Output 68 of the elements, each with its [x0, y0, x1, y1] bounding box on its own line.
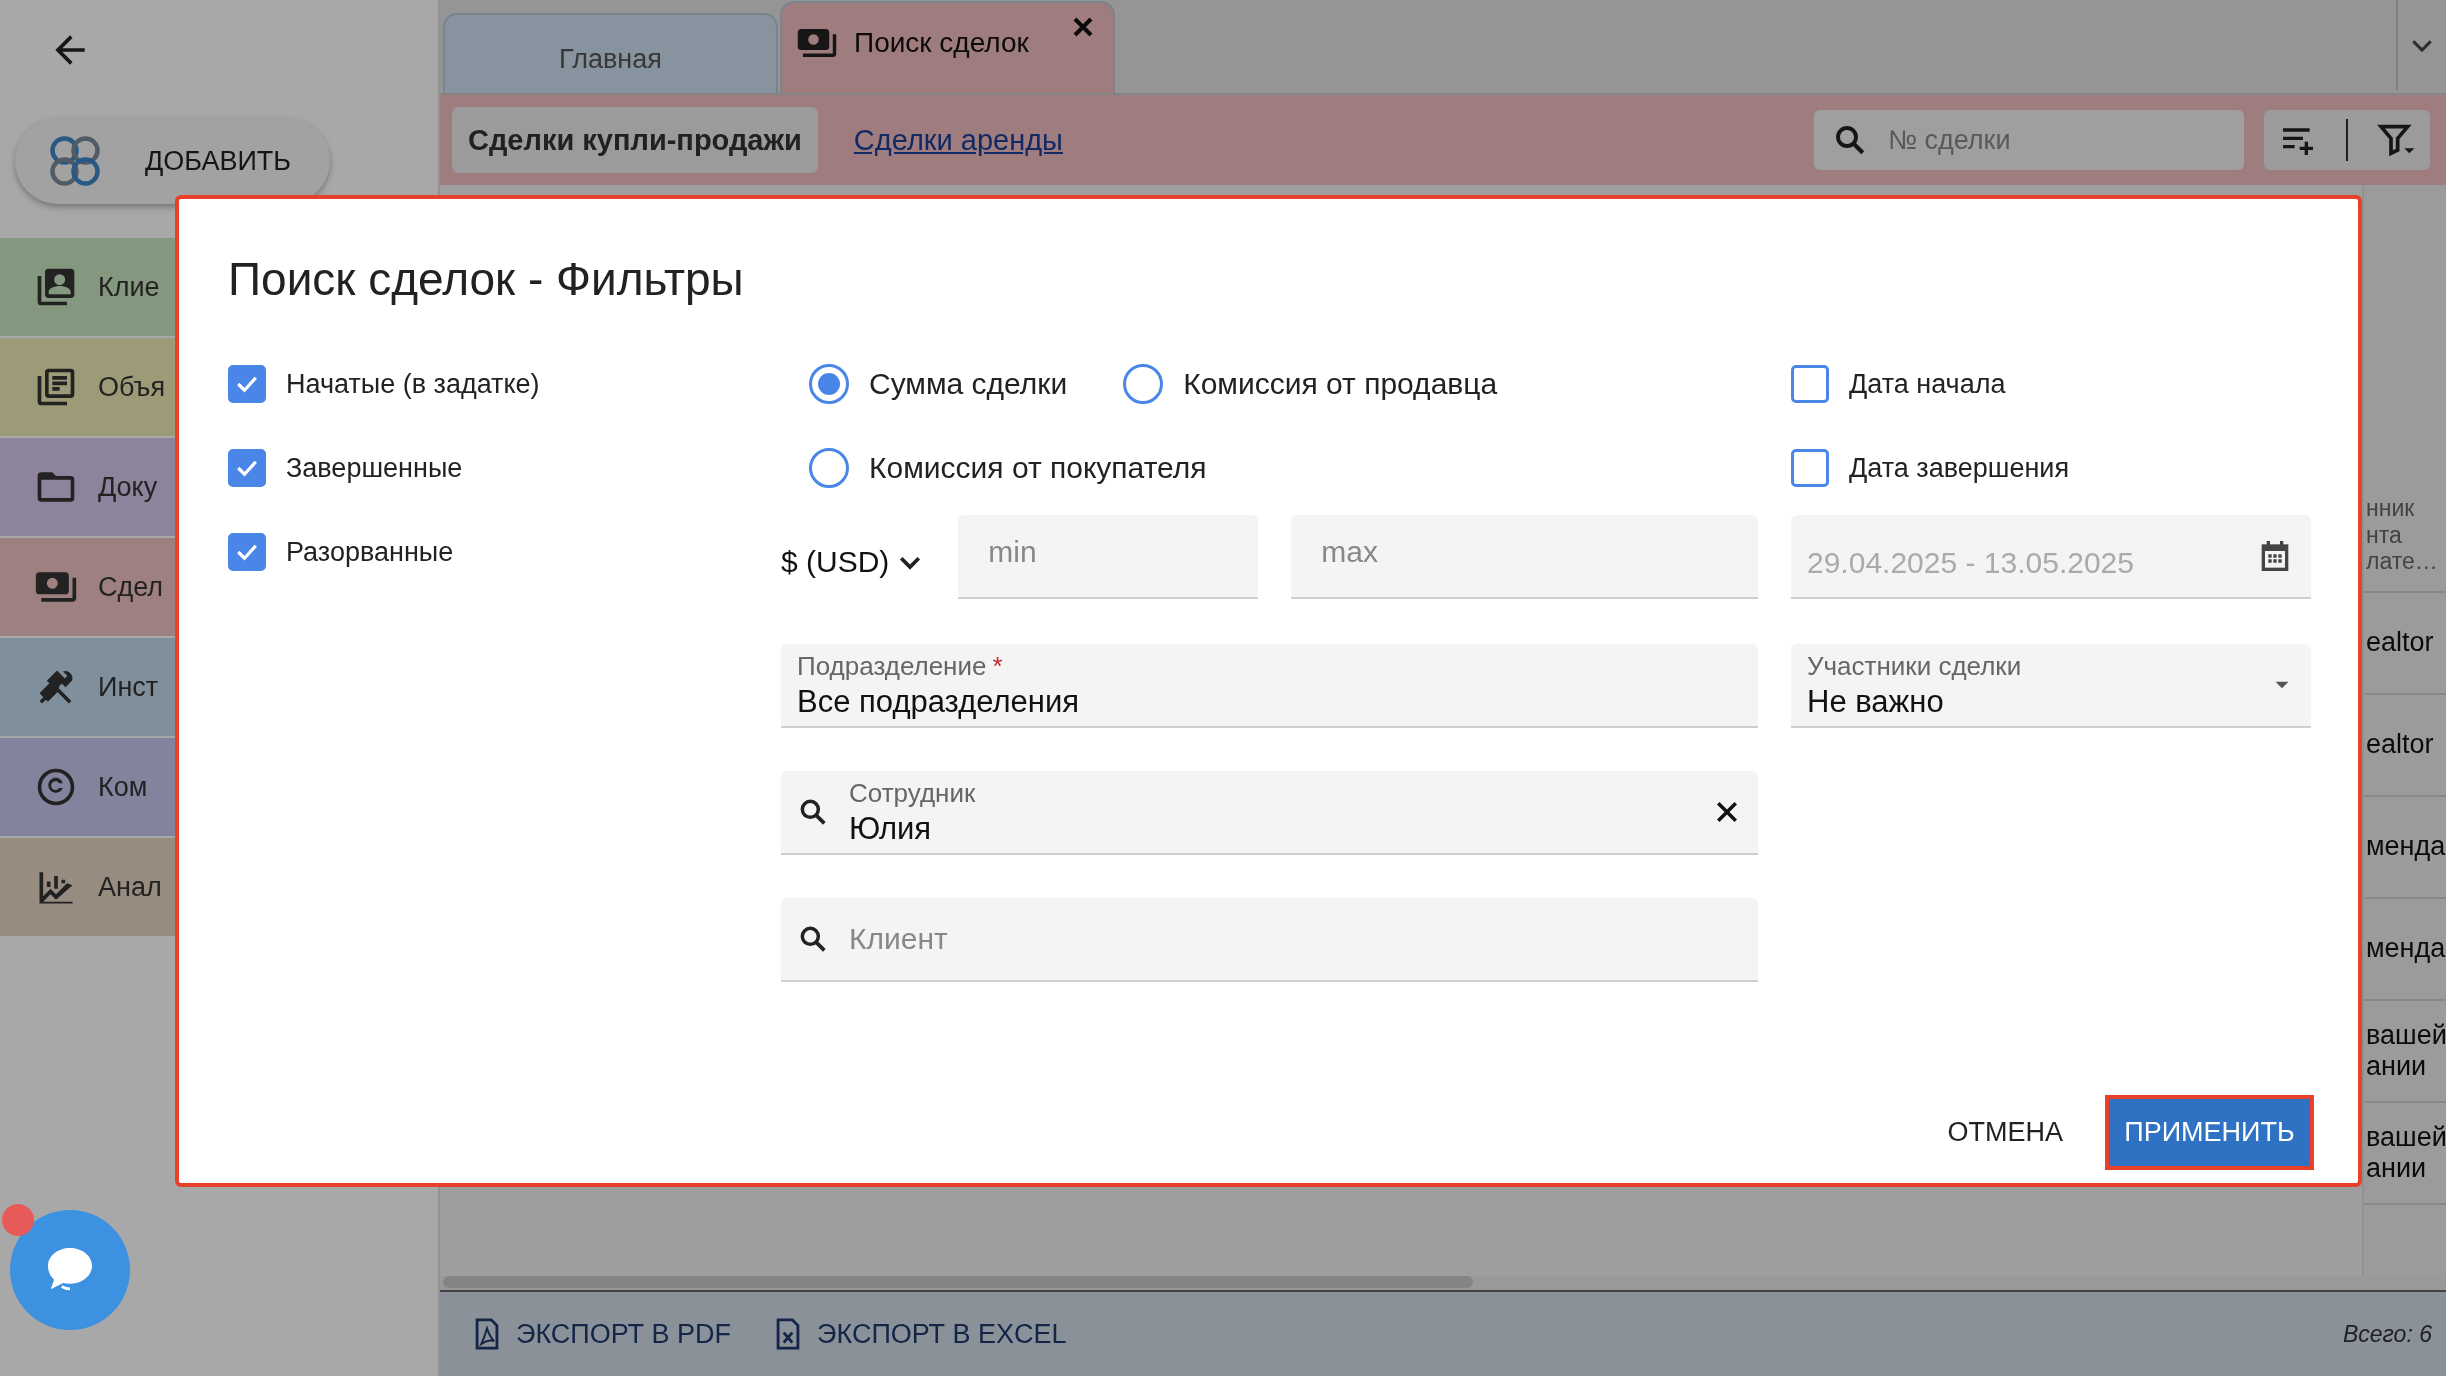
tab[interactable]: Главная [443, 13, 778, 93]
radio-button[interactable] [809, 448, 849, 488]
sidebar-label: Объя [98, 371, 166, 403]
cancel-button[interactable]: ОТМЕНА [1935, 1107, 2075, 1158]
checkbox-label: Завершенные [286, 452, 463, 484]
participants-select[interactable]: Участники сделки Не важно [1791, 644, 2311, 728]
division-select[interactable]: Подразделение * Все подразделения [781, 644, 1758, 728]
sidebar-label: Доку [98, 471, 158, 503]
table-cell: менда [2364, 899, 2446, 1001]
sidebar-label: Сдел [98, 571, 164, 603]
sidebar-label: Анал [98, 871, 162, 903]
table-cell: вашей ании [2364, 1103, 2446, 1205]
checkbox[interactable] [228, 533, 266, 571]
field-value: Не важно [1807, 683, 1945, 720]
field-value: 29.04.2025 - 13.05.2025 [1807, 545, 2134, 580]
field-value: Все подразделения [797, 683, 1079, 720]
field-label: Участники сделки [1807, 650, 2023, 682]
field-placeholder: № сделки [1888, 124, 2011, 156]
export-button[interactable]: ЭКСПОРТ В PDF [470, 1317, 732, 1351]
checkbox-label: Дата завершения [1849, 452, 2070, 484]
checkbox-option[interactable]: Завершенные [228, 440, 463, 496]
checkbox-label: Разорванные [286, 536, 454, 568]
table-cell: ealtor [2364, 593, 2446, 695]
checkbox[interactable] [228, 449, 266, 487]
field-label: Сотрудник [849, 777, 977, 809]
close-icon[interactable] [1071, 15, 1095, 39]
tab[interactable]: Поиск сделок [780, 1, 1115, 93]
checkbox[interactable] [228, 365, 266, 403]
field-value: Юлия [849, 810, 933, 847]
checkbox-option[interactable]: Начатые (в задатке) [228, 356, 540, 412]
radio-option[interactable]: Сумма сделки [809, 356, 1068, 412]
checkbox-label: Дата начала [1849, 368, 2006, 400]
checkbox[interactable] [1791, 365, 1829, 403]
add-button[interactable]: ДОБАВИТЬ [15, 118, 330, 204]
table-cell: менда [2364, 797, 2446, 899]
table-cell: нник нта лате… [2364, 479, 2446, 593]
required-asterisk: * [992, 650, 1003, 682]
horizontal-scrollbar[interactable] [440, 1276, 2446, 1292]
apply-button[interactable]: ПРИМЕНИТЬ [2105, 1095, 2314, 1170]
sidebar-label: Клие [98, 271, 160, 303]
sidebar-label: Инст [98, 671, 159, 703]
radio-button[interactable] [1123, 364, 1164, 404]
radio-button[interactable] [809, 364, 849, 404]
checkbox-label: Начатые (в задатке) [286, 368, 540, 400]
employee-field[interactable]: Сотрудник Юлия [781, 771, 1758, 855]
dialog-title: Поиск сделок - Фильтры [228, 252, 745, 307]
field-placeholder: max [1320, 535, 1379, 570]
scrollbar-thumb[interactable] [443, 1276, 1473, 1288]
checkbox-option[interactable]: Дата начала [1791, 356, 2006, 412]
table-cell: вашей ании [2364, 1001, 2446, 1103]
subtab-link[interactable]: Сделки аренды [853, 123, 1063, 157]
radio-option[interactable]: Комиссия от покупателя [809, 440, 1207, 496]
radio-option[interactable]: Комиссия от продавца [1123, 356, 1498, 412]
checkbox-option[interactable]: Разорванные [228, 524, 454, 580]
field-label: Подразделение [797, 650, 987, 682]
field-placeholder: min [987, 535, 1037, 570]
table-cell: ealtor [2364, 695, 2446, 797]
total-count: Всего: 6 [2342, 1320, 2432, 1348]
checkbox-option[interactable]: Дата завершения [1791, 440, 2070, 496]
export-button[interactable]: ЭКСПОРТ В EXCEL [771, 1317, 1067, 1351]
sidebar-label: Ком [98, 771, 148, 803]
radio-label: Комиссия от продавца [1183, 367, 1498, 401]
currency-select[interactable]: $ (USD) [781, 535, 926, 579]
radio-label: Комиссия от покупателя [869, 451, 1207, 485]
subtab-button[interactable]: Сделки купли-продажи [452, 107, 818, 173]
radio-label: Сумма сделки [869, 367, 1068, 401]
field-placeholder: Клиент [849, 922, 948, 956]
checkbox[interactable] [1791, 449, 1829, 487]
